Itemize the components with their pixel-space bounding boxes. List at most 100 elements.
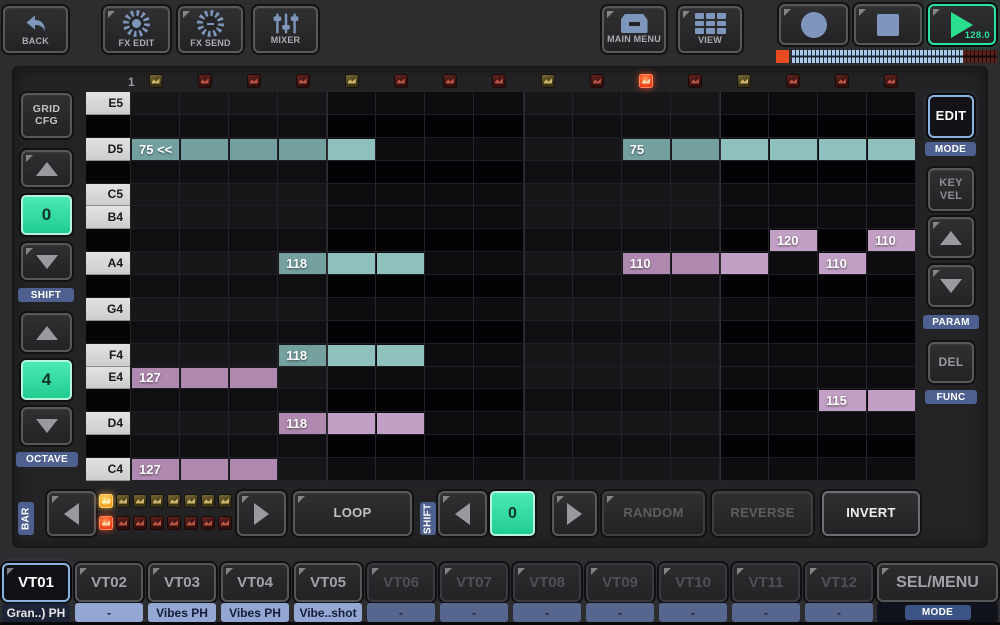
grid-cell-F4-10[interactable] <box>573 344 622 367</box>
grid-cell-C5-5[interactable] <box>327 184 376 207</box>
grid-cell-E4-14[interactable] <box>769 367 818 390</box>
key-vel-button[interactable]: KEY VEL <box>928 168 974 211</box>
grid-cell-A4-9[interactable] <box>524 252 573 275</box>
grid-cell-F#4-6[interactable] <box>376 321 425 344</box>
grid-cell-D#5-4[interactable] <box>278 115 327 138</box>
grid-cell-D#4-13[interactable] <box>720 389 769 412</box>
bar-a-icon-3[interactable] <box>133 494 147 508</box>
invert-button[interactable]: INVERT <box>822 491 920 536</box>
grid-cell-B4-9[interactable] <box>524 206 573 229</box>
grid-cell-F4-9[interactable] <box>524 344 573 367</box>
pattern-shift-left-button[interactable] <box>438 491 487 536</box>
grid-cell-G#4-4[interactable] <box>278 275 327 298</box>
grid-cell-C#4-1[interactable] <box>131 435 180 458</box>
grid-cell-G#4-8[interactable] <box>474 275 523 298</box>
grid-cell-E5-1[interactable] <box>131 92 180 115</box>
grid-cell-D#4-1[interactable] <box>131 389 180 412</box>
grid-cell-A4-1[interactable] <box>131 252 180 275</box>
grid-cell-C4-5[interactable] <box>327 458 376 481</box>
bar-a-icon-2[interactable] <box>116 494 130 508</box>
bar-b-icon-7[interactable] <box>201 516 215 530</box>
grid-cell-F#4-16[interactable] <box>867 321 916 344</box>
grid-cell-F#4-13[interactable] <box>720 321 769 344</box>
grid-cell-D#5-5[interactable] <box>327 115 376 138</box>
param-up-button[interactable] <box>928 217 974 258</box>
param-down-button[interactable] <box>928 265 974 307</box>
note-A4-col6[interactable] <box>377 253 424 274</box>
grid-cell-E4-5[interactable] <box>327 367 376 390</box>
grid-cell-D#4-6[interactable] <box>376 389 425 412</box>
grid-cell-E4-12[interactable] <box>671 367 720 390</box>
grid-cell-G4-8[interactable] <box>474 298 523 321</box>
grid-cell-A4-2[interactable] <box>180 252 229 275</box>
grid-cell-D#5-9[interactable] <box>524 115 573 138</box>
fx-send-button[interactable]: FX SEND <box>178 6 243 53</box>
grid-cell-G4-12[interactable] <box>671 298 720 321</box>
grid-cell-C5-1[interactable] <box>131 184 180 207</box>
grid-cell-C5-7[interactable] <box>425 184 474 207</box>
piano-key-D4[interactable]: D4 <box>86 412 130 435</box>
delete-button[interactable]: DEL <box>928 342 974 383</box>
grid-cell-E5-13[interactable] <box>720 92 769 115</box>
note-A4-col12[interactable] <box>672 253 719 274</box>
fx-edit-button[interactable]: FX EDIT <box>103 6 170 53</box>
grid-cell-F4-7[interactable] <box>425 344 474 367</box>
grid-cell-E4-10[interactable] <box>573 367 622 390</box>
grid-cell-G4-14[interactable] <box>769 298 818 321</box>
note-F4-col6[interactable] <box>377 345 424 366</box>
bar-b-icon-1[interactable] <box>99 516 113 530</box>
track-tab-VT04[interactable]: VT04 <box>221 563 289 602</box>
grid-cell-A#4-6[interactable] <box>376 229 425 252</box>
grid-cell-G4-4[interactable] <box>278 298 327 321</box>
grid-cell-E4-7[interactable] <box>425 367 474 390</box>
note-D5-col13[interactable] <box>721 139 768 160</box>
piano-key-A#4[interactable] <box>86 229 130 252</box>
grid-cell-B4-15[interactable] <box>818 206 867 229</box>
grid-cell-G#4-15[interactable] <box>818 275 867 298</box>
grid-cell-C#4-4[interactable] <box>278 435 327 458</box>
grid-cell-A#4-5[interactable] <box>327 229 376 252</box>
grid-cell-D5-6[interactable] <box>376 138 425 161</box>
track-tab-VT09[interactable]: VT09 <box>586 563 654 602</box>
bar-b-icon-6[interactable] <box>184 516 198 530</box>
bar-a-icon-1[interactable] <box>99 494 113 508</box>
note-F4-col4[interactable]: 118 <box>279 345 326 366</box>
grid-cell-E4-6[interactable] <box>376 367 425 390</box>
piano-key-C4[interactable]: C4 <box>86 458 130 481</box>
grid-cell-D#5-1[interactable] <box>131 115 180 138</box>
piano-key-D#5[interactable] <box>86 115 130 138</box>
grid-cell-G#4-6[interactable] <box>376 275 425 298</box>
pattern-shift-value[interactable]: 0 <box>490 491 535 536</box>
grid-cell-F#4-7[interactable] <box>425 321 474 344</box>
grid-cell-C5-8[interactable] <box>474 184 523 207</box>
pattern-shift-right-button[interactable] <box>552 491 597 536</box>
grid-cell-C4-14[interactable] <box>769 458 818 481</box>
grid-cell-G4-11[interactable] <box>622 298 671 321</box>
note-D5-col3[interactable] <box>230 139 277 160</box>
grid-cell-B4-11[interactable] <box>622 206 671 229</box>
grid-cell-F#4-2[interactable] <box>180 321 229 344</box>
grid-cell-D4-10[interactable] <box>573 412 622 435</box>
note-A4-col5[interactable] <box>328 253 375 274</box>
track-tab-VT11[interactable]: VT11 <box>732 563 800 602</box>
track-tab-VT01[interactable]: VT01 <box>2 563 70 602</box>
grid-cell-E4-9[interactable] <box>524 367 573 390</box>
note-D5-col1[interactable]: 75 << <box>132 139 179 160</box>
grid-cell-D4-9[interactable] <box>524 412 573 435</box>
grid-cell-B4-5[interactable] <box>327 206 376 229</box>
grid-cell-G4-13[interactable] <box>720 298 769 321</box>
track-tab-VT02[interactable]: VT02 <box>75 563 143 602</box>
grid-cell-F#4-4[interactable] <box>278 321 327 344</box>
grid-cell-G4-3[interactable] <box>229 298 278 321</box>
grid-cell-D#5-14[interactable] <box>769 115 818 138</box>
note-D5-col2[interactable] <box>181 139 228 160</box>
grid-cell-G#4-5[interactable] <box>327 275 376 298</box>
grid-cell-D#5-8[interactable] <box>474 115 523 138</box>
grid-cell-C5-4[interactable] <box>278 184 327 207</box>
grid-cell-G#4-3[interactable] <box>229 275 278 298</box>
grid-cell-G#4-16[interactable] <box>867 275 916 298</box>
grid-cell-E5-3[interactable] <box>229 92 278 115</box>
grid-cell-D#5-12[interactable] <box>671 115 720 138</box>
grid-cell-G4-16[interactable] <box>867 298 916 321</box>
play-button[interactable]: 128.0 <box>928 4 996 45</box>
